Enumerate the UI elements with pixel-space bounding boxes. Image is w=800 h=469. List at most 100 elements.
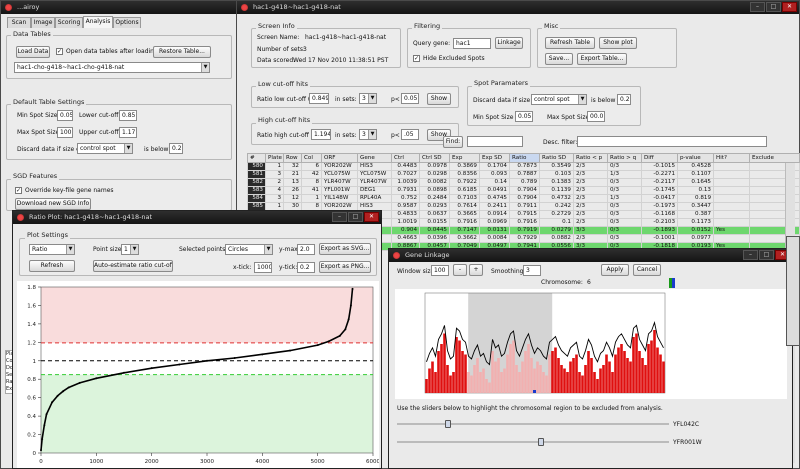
maximize-icon[interactable]: □ xyxy=(766,2,781,12)
high-ratio-input[interactable]: 1.194 xyxy=(311,129,331,140)
apply-button[interactable]: Apply xyxy=(601,264,629,276)
data-table-select[interactable]: hac1-cho-g418~hac1-cho-g418-nat ▼ xyxy=(14,62,210,73)
spot-discard-select[interactable]: control spot ▼ xyxy=(531,94,587,105)
high-p-input[interactable]: .05 xyxy=(401,129,419,140)
table-row[interactable]: 584 3 12 1 YIL148W RPL40A 0.752 0.2484 0.7103 0.4… xyxy=(247,194,800,203)
refresh-table-button[interactable]: Refresh Table xyxy=(545,37,595,49)
find-input[interactable] xyxy=(467,136,523,147)
low-p-input[interactable]: 0.05 xyxy=(401,93,419,104)
save-button[interactable]: Save... xyxy=(545,53,573,65)
column-header[interactable]: Ctrl SD xyxy=(419,153,450,163)
window-size-input[interactable]: 100 xyxy=(431,265,449,276)
region-start-slider[interactable] xyxy=(397,420,669,428)
maximize-icon[interactable]: □ xyxy=(348,212,363,222)
max-spot-size-input[interactable]: 100 xyxy=(57,127,73,138)
linkage-bar xyxy=(527,344,530,393)
show-plot-button[interactable]: Show plot xyxy=(599,37,637,49)
xtick-input[interactable]: 1000 xyxy=(254,262,272,273)
lower-cutoff-input[interactable]: 0.85 xyxy=(119,110,137,121)
export-png-button[interactable]: Export as PNG... xyxy=(319,261,371,273)
export-svg-button[interactable]: Export as SVG... xyxy=(319,243,371,255)
column-header[interactable]: Ctrl xyxy=(391,153,420,163)
load-data-button[interactable]: Load Data xyxy=(16,46,50,58)
column-header[interactable]: Plate xyxy=(265,153,284,163)
low-show-button[interactable]: Show xyxy=(427,93,451,105)
download-sgd-button[interactable]: Download new SGD Info xyxy=(15,198,91,210)
export-table-button[interactable]: Export Table... xyxy=(577,53,627,65)
table-row[interactable]: 583 4 26 41 YFL001W DEG1 0.7931 0.0898 0.6185 0.0… xyxy=(247,186,800,195)
table-row[interactable]: 581 3 21 42 YCL075W YCL075W 0.7027 0.0298 0.8356… xyxy=(247,170,800,179)
minimize-icon[interactable]: – xyxy=(750,2,765,12)
maximize-icon[interactable]: □ xyxy=(759,250,774,260)
column-header[interactable]: Row xyxy=(283,153,302,163)
spot-min-input[interactable]: 0.05 xyxy=(515,111,533,122)
table-cell: 1 xyxy=(265,162,284,171)
column-header[interactable]: Ratio > q xyxy=(607,153,642,163)
table-window-titlebar[interactable]: hac1-g418~hac1-g418-nat – □ ✕ xyxy=(237,1,799,14)
low-insets-select[interactable]: 3 ▼ xyxy=(359,93,377,104)
slider-thumb[interactable] xyxy=(537,438,544,446)
column-header[interactable]: Exclude xyxy=(749,153,800,163)
cancel-button[interactable]: Cancel xyxy=(633,264,661,276)
table-cell: 2/3 xyxy=(573,194,608,203)
linkage-button[interactable]: Linkage xyxy=(495,37,523,49)
row-index-cell: 584 xyxy=(247,194,266,203)
spot-max-input[interactable]: 00.0 xyxy=(587,111,605,122)
column-header[interactable]: Ratio < p xyxy=(573,153,608,163)
window-size-minus-button[interactable]: - xyxy=(453,264,467,276)
slider-thumb[interactable] xyxy=(444,420,451,428)
open-after-loading-checkbox[interactable]: ✓ xyxy=(56,48,63,55)
table-row[interactable]: 580 1 32 6 YOR202W HIS3 0.4483 0.0978 0.3869 0.17… xyxy=(247,162,800,171)
hide-excluded-checkbox[interactable]: ✓ xyxy=(413,55,420,62)
ymax-input[interactable]: 2.0 xyxy=(297,244,315,255)
spot-below-input[interactable]: 0.2 xyxy=(617,94,631,105)
plot-refresh-button[interactable]: Refresh xyxy=(29,260,75,272)
smoothing-input[interactable]: 3 xyxy=(523,265,541,276)
tab-scan[interactable]: Scan xyxy=(7,17,31,28)
column-header[interactable]: Col xyxy=(301,153,322,163)
below-input[interactable]: 0.2 xyxy=(169,143,183,154)
tab-image[interactable]: Image xyxy=(31,17,55,28)
table-cell: YLR407W xyxy=(321,178,358,187)
tab-options[interactable]: Options xyxy=(113,17,141,28)
y-value-select[interactable]: Ratio ▼ xyxy=(29,244,75,255)
point-size-select[interactable]: 1 ▼ xyxy=(121,244,139,255)
query-gene-input[interactable]: hac1 xyxy=(453,38,491,49)
ratio-plot-titlebar[interactable]: Ratio Plot: hac1-g418~hac1-g418-nat – □ … xyxy=(13,211,381,224)
find-button[interactable]: Find: xyxy=(443,136,463,148)
minimize-icon[interactable]: – xyxy=(743,250,758,260)
column-header[interactable]: Exp SD xyxy=(479,153,510,163)
column-header-sorted[interactable]: Ratio xyxy=(509,153,540,163)
selected-points-select[interactable]: Circles ▼ xyxy=(225,244,273,255)
column-header[interactable]: Hit? xyxy=(713,153,750,163)
main-window-titlebar[interactable]: ...airoy xyxy=(1,1,237,14)
desc-filter-input[interactable] xyxy=(577,136,767,147)
minimize-icon[interactable]: – xyxy=(332,212,347,222)
ytick-input[interactable]: 0.2 xyxy=(297,262,315,273)
screen-name-value: hac1-g418~hac1-g418-nat xyxy=(305,34,387,41)
high-insets-select[interactable]: 3 ▼ xyxy=(359,129,377,140)
min-spot-size-input[interactable]: 0.05 xyxy=(57,110,73,121)
restore-table-button[interactable]: Restore Table... xyxy=(153,46,211,58)
upper-cutoff-input[interactable]: 1.17 xyxy=(119,127,137,138)
low-ratio-input[interactable]: 0.8496 xyxy=(309,93,329,104)
gene-linkage-titlebar[interactable]: Gene Linkage – □ ✕ xyxy=(389,249,792,262)
discard-select[interactable]: control spot ▼ xyxy=(77,143,133,154)
window-size-plus-button[interactable]: + xyxy=(469,264,483,276)
override-gene-names-checkbox[interactable]: ✓ xyxy=(15,187,22,194)
close-icon[interactable]: ✕ xyxy=(364,212,379,222)
tab-scoring[interactable]: Scoring xyxy=(55,17,83,28)
table-row[interactable]: 582 2 13 8 YLR407W YLR407W 1.0039 0.0082 0.7922 0… xyxy=(247,178,800,187)
column-header[interactable]: Ratio SD xyxy=(539,153,574,163)
column-header[interactable]: p-value xyxy=(677,153,714,163)
close-icon[interactable]: ✕ xyxy=(782,2,797,12)
column-header[interactable]: Gene xyxy=(357,153,392,163)
column-header[interactable]: # xyxy=(247,153,266,163)
column-header[interactable]: Exp xyxy=(449,153,480,163)
column-header[interactable]: Diff xyxy=(641,153,678,163)
low-insets-label: in sets: xyxy=(335,96,357,103)
auto-estimate-button[interactable]: Auto-estimate ratio cut-offs xyxy=(93,260,173,272)
column-header[interactable]: ORF xyxy=(321,153,358,163)
tab-analysis[interactable]: Analysis xyxy=(83,16,113,28)
region-end-slider[interactable] xyxy=(397,438,669,446)
